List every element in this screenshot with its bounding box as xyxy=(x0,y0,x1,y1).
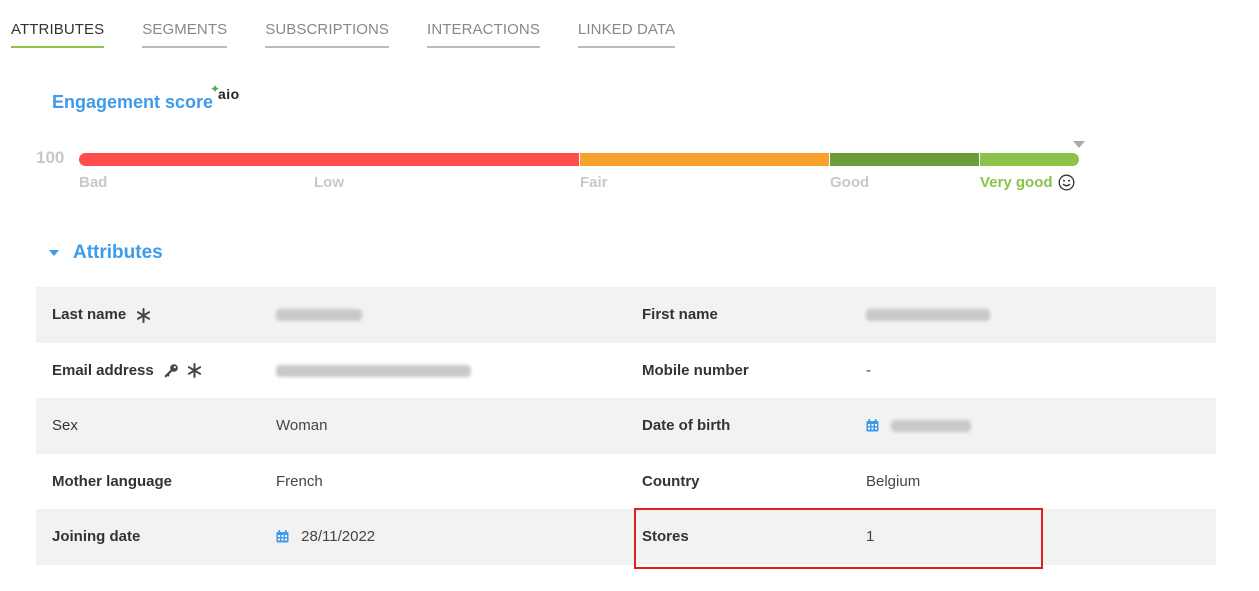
attribute-label-joining-date: Joining date xyxy=(52,528,141,546)
aio-badge: ✦ aio xyxy=(210,82,240,102)
attributes-section-title[interactable]: Attributes xyxy=(73,242,163,264)
gauge-label-bad: Bad xyxy=(79,174,108,191)
attribute-label-cell: Email address xyxy=(52,362,202,379)
attribute-value-country: Belgium xyxy=(866,472,921,490)
highlight-box xyxy=(634,508,1043,569)
gauge-label-good: Good xyxy=(830,174,870,191)
tab-subscriptions[interactable]: SUBSCRIPTIONS xyxy=(265,0,390,48)
gauge-segment-bad xyxy=(79,153,579,166)
attribute-value-sex: Woman xyxy=(276,417,328,435)
table-row: Sex Woman Date of birth xyxy=(36,398,1216,454)
caret-down-icon[interactable] xyxy=(49,250,59,256)
attribute-label-mobile-number: Mobile number xyxy=(642,361,749,379)
engagement-score-title: Engagement score xyxy=(52,92,214,112)
tab-segments[interactable]: SEGMENTS xyxy=(142,0,228,48)
tab-linked-data[interactable]: LINKED DATA xyxy=(577,0,676,48)
attribute-label-date-of-birth: Date of birth xyxy=(642,417,731,435)
tab-attributes[interactable]: ATTRIBUTES xyxy=(11,0,105,48)
gauge-segment-good xyxy=(830,153,980,166)
table-row: Email address Mobile number - xyxy=(36,343,1216,399)
attribute-value-mobile-number: - xyxy=(866,361,871,379)
attribute-value-joining-date: 28/11/2022 xyxy=(276,528,375,545)
key-icon xyxy=(164,364,178,378)
attribute-label-sex: Sex xyxy=(52,417,78,435)
attribute-value-email xyxy=(276,362,471,379)
sparkle-icon: ✦ xyxy=(210,82,221,96)
gauge-label-fair: Fair xyxy=(580,174,608,191)
table-row: Mother language French Country Belgium xyxy=(36,454,1216,510)
calendar-icon xyxy=(276,529,289,543)
attribute-value-date-of-birth xyxy=(866,417,972,434)
gauge-segment-very-good xyxy=(980,153,1079,166)
asterisk-icon xyxy=(187,363,202,379)
tab-bar: ATTRIBUTES SEGMENTS SUBSCRIPTIONS INTERA… xyxy=(11,0,713,48)
gauge-label-very-good: Very good xyxy=(980,174,1053,191)
calendar-icon xyxy=(866,418,879,432)
gauge-label-low: Low xyxy=(314,174,344,191)
smile-icon xyxy=(1058,174,1075,191)
attribute-label-mother-language: Mother language xyxy=(52,472,173,490)
asterisk-icon xyxy=(137,307,151,323)
engagement-gauge xyxy=(79,153,1079,166)
engagement-score-value: 100 xyxy=(36,148,65,167)
gauge-segment-fair xyxy=(579,153,830,166)
attribute-label-cell: Last name xyxy=(52,306,151,323)
tab-interactions[interactable]: INTERACTIONS xyxy=(427,0,540,48)
attribute-label-country: Country xyxy=(642,472,700,490)
joining-date-text: 28/11/2022 xyxy=(301,528,376,546)
attribute-value-last-name xyxy=(276,306,362,323)
attribute-label-first-name: First name xyxy=(642,306,718,324)
table-row: Last name First name xyxy=(36,287,1216,343)
aio-label: aio xyxy=(218,86,240,102)
attribute-label-email: Email address xyxy=(52,361,154,379)
attribute-label-last-name: Last name xyxy=(52,306,127,324)
attribute-value-first-name xyxy=(866,306,990,323)
attribute-value-mother-language: French xyxy=(276,472,323,490)
score-marker-icon xyxy=(1073,141,1085,148)
